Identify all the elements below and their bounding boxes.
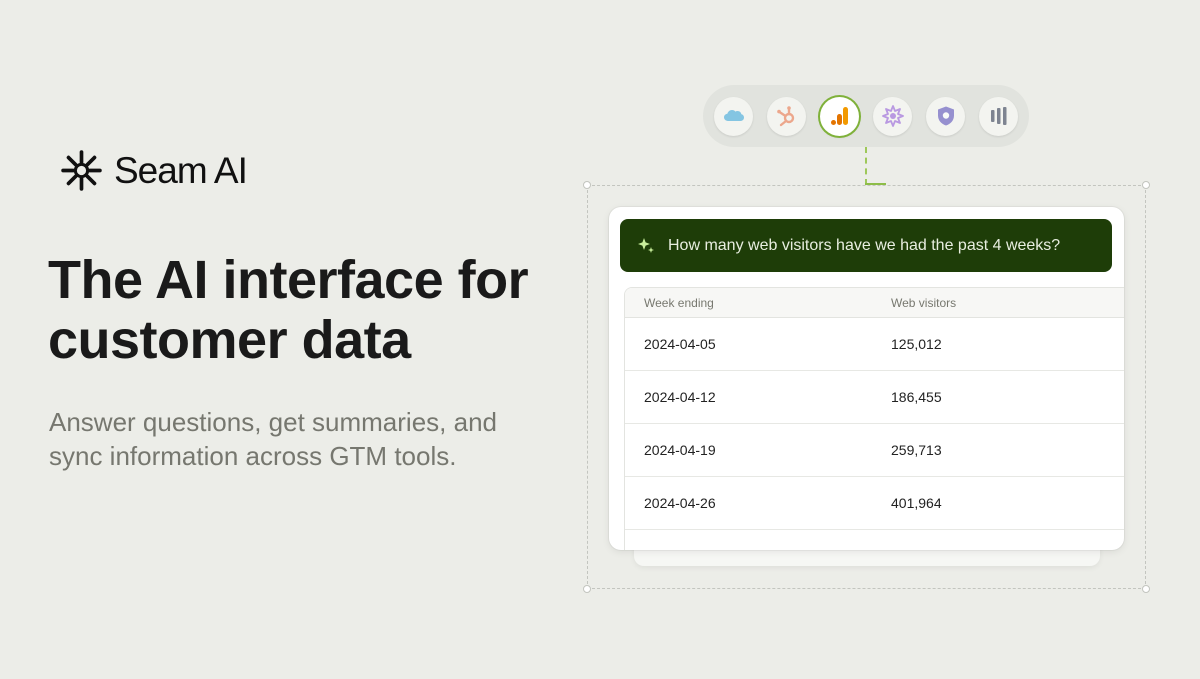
table-row: 2024-04-19 259,713 xyxy=(625,424,1124,477)
cell-week-ending: 2024-04-26 xyxy=(644,495,716,511)
resize-handle-bottom-right[interactable] xyxy=(1142,585,1150,593)
cell-web-visitors: 125,012 xyxy=(891,336,942,352)
brand: Seam AI xyxy=(59,148,248,193)
integration-salesforce-button[interactable] xyxy=(714,96,753,136)
cell-week-ending: 2024-04-05 xyxy=(644,336,716,352)
brand-name: Seam AI xyxy=(114,150,248,191)
cloud-icon xyxy=(723,110,744,121)
bar-chart-icon xyxy=(830,107,848,125)
table-header: Week ending Web visitors xyxy=(625,288,1124,318)
connector-line xyxy=(865,147,886,185)
integration-shield-button[interactable] xyxy=(926,96,965,136)
resize-handle-top-left[interactable] xyxy=(583,181,591,189)
table-row: 2024-04-05 125,012 xyxy=(625,318,1124,371)
integration-hubspot-button[interactable] xyxy=(767,96,806,136)
integration-google-analytics-button[interactable] xyxy=(820,96,859,136)
resize-handle-bottom-left[interactable] xyxy=(583,585,591,593)
cell-week-ending: 2024-04-19 xyxy=(644,442,716,458)
integration-starburst-button[interactable] xyxy=(873,96,912,136)
seam-logo-icon xyxy=(61,150,102,191)
answer-card: How many web visitors have we had the pa… xyxy=(609,207,1124,550)
hero-subline: Answer questions, get summaries, and syn… xyxy=(49,407,497,471)
table-row: 2024-04-26 401,964 xyxy=(625,477,1124,530)
resize-handle-top-right[interactable] xyxy=(1142,181,1150,189)
query-bubble: How many web visitors have we had the pa… xyxy=(620,219,1112,272)
hero-headline: The AI interface for customer data xyxy=(48,250,529,370)
query-text: How many web visitors have we had the pa… xyxy=(668,236,1061,254)
bars-icon xyxy=(990,107,1006,125)
cell-web-visitors: 259,713 xyxy=(891,442,942,458)
cell-web-visitors: 186,455 xyxy=(891,389,942,405)
sparkle-icon xyxy=(638,237,654,253)
table-row: 2024-04-12 186,455 xyxy=(625,371,1124,424)
column-header-web-visitors: Web visitors xyxy=(891,295,957,310)
column-header-week-ending: Week ending xyxy=(644,295,714,310)
starburst-icon xyxy=(881,105,904,127)
cell-week-ending: 2024-04-12 xyxy=(644,389,716,405)
results-table: Week ending Web visitors 2024-04-05 125,… xyxy=(624,287,1124,550)
shield-icon xyxy=(937,106,954,126)
integrations-bar xyxy=(703,85,1029,147)
sprocket-icon xyxy=(776,106,794,127)
integration-bars-button[interactable] xyxy=(979,96,1018,136)
cell-web-visitors: 401,964 xyxy=(891,495,942,511)
